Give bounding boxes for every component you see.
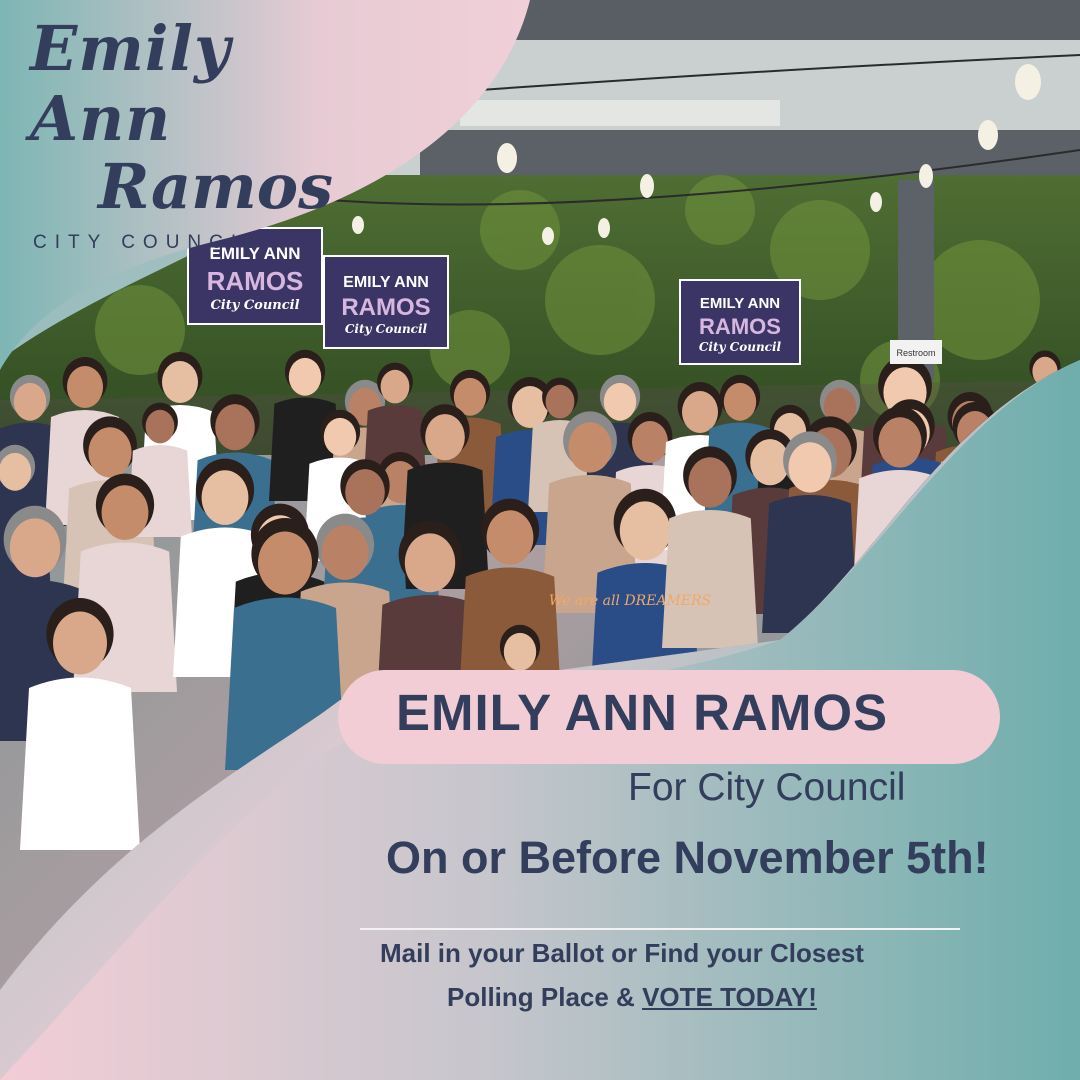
shirt-text: We are all DREAMERS — [549, 593, 711, 609]
cta-line-2: Polling Place & VOTE TODAY! — [447, 982, 817, 1013]
sign-2: EMILY ANN RAMOS City Council — [323, 255, 449, 349]
candidate-logo: Emily Ann Ramos CITY COUNCIL — [30, 14, 340, 254]
sign-2-office: City Council — [345, 322, 428, 336]
person-face — [486, 510, 534, 565]
person-body — [20, 677, 140, 850]
person-face — [53, 611, 107, 675]
person-face — [603, 382, 637, 421]
person-face — [323, 417, 357, 456]
person-face — [258, 531, 312, 595]
person-face — [503, 632, 537, 671]
person-face — [201, 470, 249, 525]
restroom-sign-label: Restroom — [896, 348, 935, 358]
sign-2-name: EMILY ANN — [343, 274, 429, 291]
person-face — [13, 382, 47, 421]
person-body — [662, 510, 758, 648]
sign-2-surname: RAMOS — [341, 294, 430, 321]
person-face — [145, 409, 175, 444]
logo-first-name: Emily Ann — [30, 12, 231, 155]
person-face — [619, 501, 671, 561]
person-face — [688, 457, 732, 508]
person-face — [632, 421, 668, 463]
person-face — [682, 391, 718, 433]
person-face — [878, 417, 922, 468]
logo-subtitle: CITY COUNCIL — [33, 232, 263, 253]
person-face — [380, 369, 410, 404]
sign-3: EMILY ANN RAMOS City Council — [679, 279, 801, 365]
logo-last-name: Ramos — [98, 150, 333, 223]
subheadline: For City Council — [628, 766, 906, 809]
person-face — [345, 469, 385, 516]
restroom-sign: Restroom — [890, 340, 942, 364]
headline: EMILY ANN RAMOS — [396, 684, 889, 741]
person-face — [321, 525, 369, 580]
cta-line-2-prefix: Polling Place & — [447, 982, 643, 1012]
person-face — [67, 366, 103, 408]
person-face — [568, 422, 612, 473]
person-face — [425, 414, 465, 461]
sign-3-surname: RAMOS — [699, 314, 781, 339]
campaign-flyer: EMILY ANN RAMOS City Council EMILY ANN R… — [0, 0, 1080, 1080]
person-face — [101, 485, 149, 540]
sign-3-office: City Council — [699, 340, 782, 354]
cta-line-1: Mail in your Ballot or Find your Closest — [380, 938, 864, 968]
sign-1-office: City Council — [210, 298, 299, 313]
person-face — [404, 533, 456, 593]
person-face — [545, 384, 575, 419]
sign-3-name: EMILY ANN — [700, 295, 780, 312]
person-face — [723, 382, 757, 421]
person-face — [9, 518, 61, 578]
dreamers-shirt: We are all DREAMERS — [549, 593, 711, 609]
person-face — [88, 427, 132, 478]
vote-today-link[interactable]: VOTE TODAY! — [642, 982, 817, 1012]
divider — [360, 928, 960, 930]
sign-1-surname: RAMOS — [207, 266, 304, 296]
election-date: On or Before November 5th! — [386, 832, 989, 883]
person-face — [215, 404, 255, 451]
person-face — [788, 442, 832, 493]
person-face — [288, 357, 322, 396]
person-face — [0, 452, 32, 491]
person-face — [162, 361, 198, 403]
